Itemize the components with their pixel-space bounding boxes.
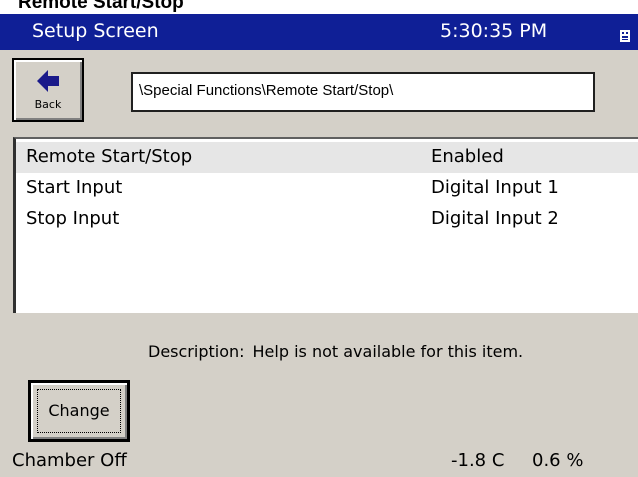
setting-value: Digital Input 2	[431, 208, 559, 229]
description-label: Description:	[148, 342, 245, 361]
path-text: \Special Functions\Remote Start/Stop\	[139, 82, 394, 99]
setting-name: Stop Input	[26, 208, 120, 229]
document-heading-text: Remote Start/Stop	[18, 0, 184, 13]
back-button-label: Back	[34, 98, 62, 111]
list-item[interactable]: Remote Start/Stop Enabled	[16, 142, 638, 173]
path-field: \Special Functions\Remote Start/Stop\	[131, 72, 595, 112]
document-heading: Remote Start/Stop	[0, 0, 638, 14]
clock: 5:30:35 PM	[440, 20, 548, 42]
setting-name: Remote Start/Stop	[26, 146, 193, 167]
setting-value: Digital Input 1	[431, 177, 559, 198]
left-arrow-icon	[37, 70, 59, 92]
keyboard-icon[interactable]	[619, 26, 631, 42]
setting-name: Start Input	[26, 177, 123, 198]
temperature-readout: -1.8 C	[451, 450, 505, 471]
description: Description: Help is not available for th…	[148, 342, 523, 361]
screen-title: Setup Screen	[32, 20, 159, 42]
setting-value: Enabled	[431, 146, 504, 167]
description-text: Help is not available for this item.	[252, 342, 524, 361]
list-item[interactable]: Start Input Digital Input 1	[16, 173, 638, 204]
list-item[interactable]: Stop Input Digital Input 2	[16, 204, 638, 235]
settings-list: Remote Start/Stop Enabled Start Input Di…	[13, 137, 638, 313]
change-button[interactable]: Change	[28, 380, 130, 442]
change-button-label: Change	[48, 401, 110, 420]
percent-readout: 0.6 %	[532, 450, 584, 471]
back-button[interactable]: Back	[12, 58, 84, 122]
setup-screen: Setup Screen 5:30:35 PM Back \Special Fu…	[0, 14, 638, 477]
chamber-status: Chamber Off	[12, 450, 127, 471]
title-bar: Setup Screen 5:30:35 PM	[0, 14, 638, 50]
